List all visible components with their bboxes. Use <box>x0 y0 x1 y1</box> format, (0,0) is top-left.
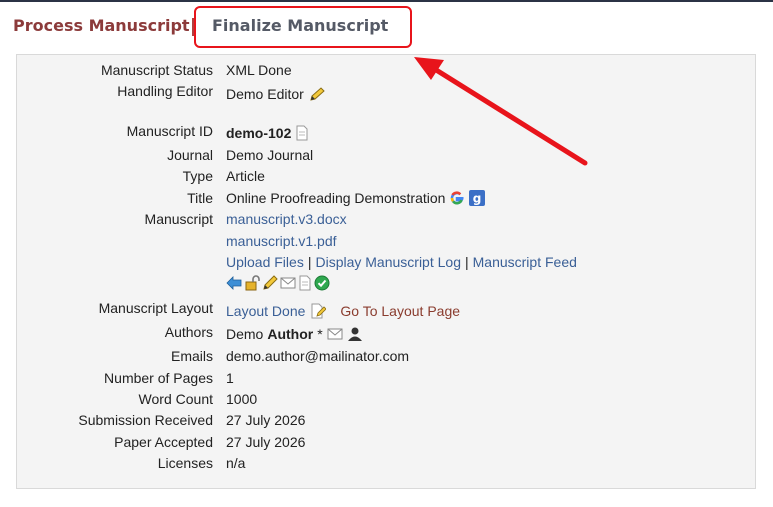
row-manuscript: Manuscript manuscript.v3.docx <box>17 211 757 231</box>
value-paper-accepted: 27 July 2026 <box>226 434 306 450</box>
author-first-name: Demo <box>226 326 264 342</box>
row-manuscript-id: Manuscript ID demo-102 <box>17 123 757 143</box>
unlock-icon[interactable] <box>244 275 260 291</box>
link-separator: | <box>464 254 469 270</box>
label-status: Manuscript Status <box>100 62 213 78</box>
user-icon[interactable] <box>347 326 363 342</box>
label-licenses: Licenses <box>157 455 213 471</box>
row-title: Title Online Proofreading Demonstration … <box>17 190 757 210</box>
row-submission-received: Submission Received 27 July 2026 <box>17 412 757 432</box>
row-type: Type Article <box>17 168 757 188</box>
tab-process-manuscript[interactable]: Process Manuscript <box>13 16 190 35</box>
row-manuscript-file2: manuscript.v1.pdf <box>17 233 757 253</box>
label-emails: Emails <box>170 348 213 364</box>
label-manuscript-id: Manuscript ID <box>126 123 213 139</box>
row-status: Manuscript Status XML Done <box>17 62 757 82</box>
value-pages: 1 <box>226 370 234 386</box>
label-manuscript: Manuscript <box>144 211 213 227</box>
label-submission-received: Submission Received <box>78 412 213 428</box>
go-to-layout-link[interactable]: Go To Layout Page <box>340 303 460 319</box>
corresponding-mark: * <box>317 326 323 342</box>
manuscript-details-panel: Manuscript Status XML Done Handling Edit… <box>16 54 756 489</box>
document-icon[interactable] <box>298 275 312 291</box>
document-icon[interactable] <box>295 125 309 141</box>
manuscript-feed-link[interactable]: Manuscript Feed <box>473 254 577 270</box>
pencil-icon[interactable] <box>262 275 278 291</box>
value-submission-received: 27 July 2026 <box>226 412 306 428</box>
author-last-name: Author <box>267 326 314 342</box>
row-authors: Authors Demo Author * <box>17 324 757 344</box>
value-licenses: n/a <box>226 455 246 471</box>
value-status: XML Done <box>226 62 292 78</box>
label-type: Type <box>182 168 213 184</box>
row-licenses: Licenses n/a <box>17 455 757 475</box>
row-manuscript-icons <box>17 275 757 295</box>
value-type: Article <box>226 168 265 184</box>
label-editor: Handling Editor <box>117 83 213 99</box>
google-search-icon[interactable] <box>449 190 465 206</box>
label-word-count: Word Count <box>138 391 213 407</box>
display-log-link[interactable]: Display Manuscript Log <box>315 254 461 270</box>
upload-files-link[interactable]: Upload Files <box>226 254 304 270</box>
svg-text:g: g <box>473 192 482 206</box>
row-layout: Manuscript Layout Layout Done Go To Layo… <box>17 300 757 320</box>
check-circle-icon[interactable] <box>314 275 330 291</box>
layout-done-link[interactable]: Layout Done <box>226 303 305 319</box>
pencil-edit-icon[interactable] <box>308 86 326 102</box>
email-icon[interactable] <box>327 326 343 342</box>
edit-document-icon[interactable] <box>310 303 327 319</box>
label-authors: Authors <box>164 324 213 340</box>
value-emails: demo.author@mailinator.com <box>226 348 410 364</box>
google-scholar-icon[interactable]: g <box>469 190 486 206</box>
label-paper-accepted: Paper Accepted <box>114 434 213 450</box>
value-manuscript-id: demo-102 <box>226 125 292 141</box>
label-pages: Number of Pages <box>104 370 213 386</box>
row-pages: Number of Pages 1 <box>17 370 757 390</box>
link-separator: | <box>307 254 312 270</box>
value-title: Online Proofreading Demonstration <box>226 190 446 206</box>
row-journal: Journal Demo Journal <box>17 147 757 167</box>
row-word-count: Word Count 1000 <box>17 391 757 411</box>
email-icon[interactable] <box>280 275 296 291</box>
label-title: Title <box>187 190 213 206</box>
highlight-box <box>194 6 412 48</box>
row-emails: Emails demo.author@mailinator.com <box>17 348 757 368</box>
top-border <box>0 0 773 2</box>
file-link-docx[interactable]: manuscript.v3.docx <box>226 211 347 227</box>
value-editor: Demo Editor <box>226 86 304 102</box>
row-paper-accepted: Paper Accepted 27 July 2026 <box>17 434 757 454</box>
value-word-count: 1000 <box>226 391 258 407</box>
value-journal: Demo Journal <box>226 147 314 163</box>
label-layout: Manuscript Layout <box>98 300 213 316</box>
label-journal: Journal <box>167 147 213 163</box>
back-arrow-icon[interactable] <box>226 275 242 291</box>
file-link-pdf[interactable]: manuscript.v1.pdf <box>226 233 337 249</box>
row-editor: Handling Editor Demo Editor <box>17 83 757 103</box>
row-manuscript-actions: Upload Files | Display Manuscript Log | … <box>17 254 757 274</box>
